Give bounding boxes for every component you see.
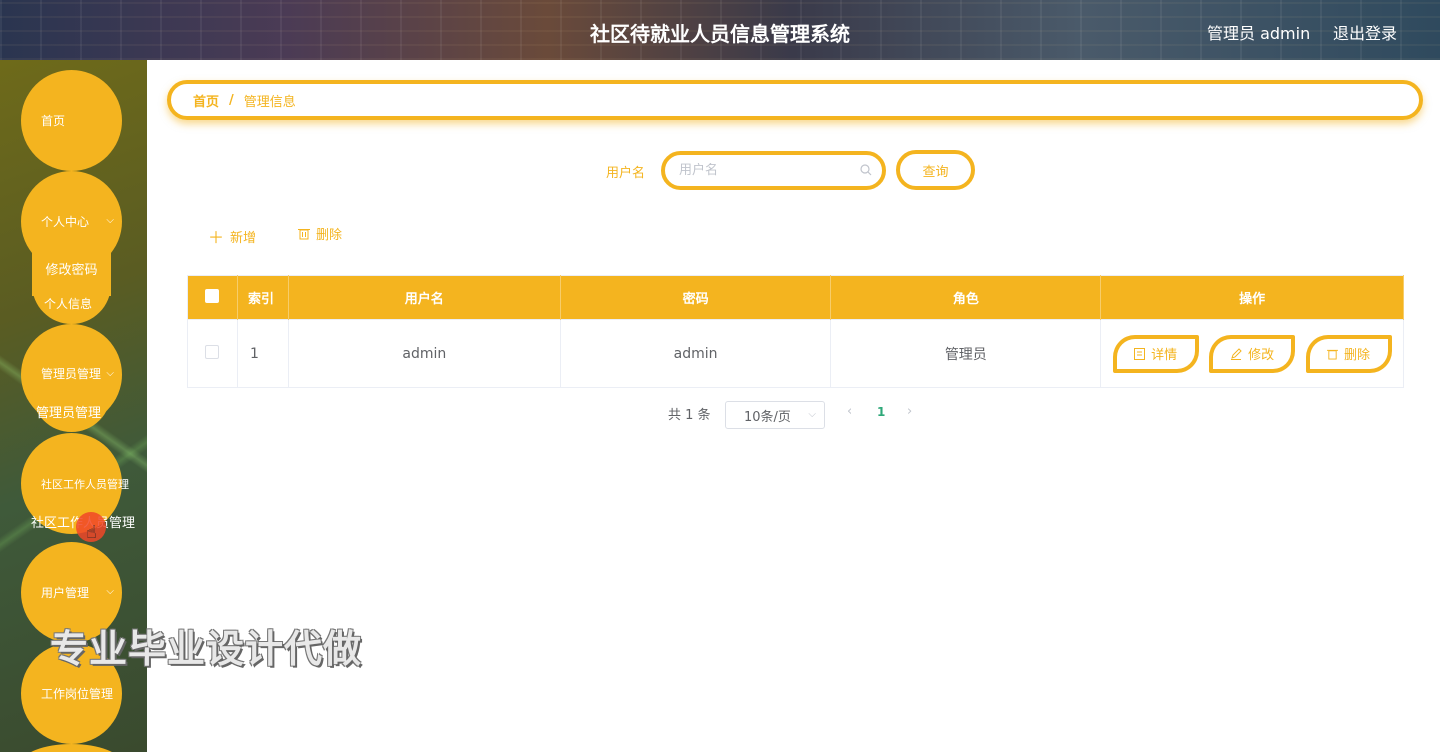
sidebar-item-label: 社区工作人员管理 (41, 477, 129, 491)
chevron-down-icon: ⌵ (106, 368, 114, 379)
table-header-row: 索引 用户名 密码 角色 操作 (187, 275, 1404, 320)
query-button[interactable]: 查询 (896, 150, 975, 190)
username-search-input[interactable] (679, 163, 849, 178)
cell-index: 1 (237, 319, 289, 388)
add-button[interactable]: ＋ 新增 (208, 224, 256, 248)
add-button-label: 新增 (230, 230, 257, 246)
column-header-index: 索引 (237, 275, 289, 320)
column-header-actions: 操作 (1100, 275, 1404, 320)
chevron-down-icon: ⌵ (808, 409, 816, 420)
row-delete-button-label: 删除 (1344, 348, 1371, 363)
next-page-button[interactable]: › (907, 404, 912, 419)
top-header: 社区待就业人员信息管理系统 管理员 admin 退出登录 (0, 0, 1440, 60)
sidebar-subitem-label: 修改密码 (45, 262, 98, 278)
sidebar-item-label: 工作岗位管理 (41, 687, 114, 701)
column-header-password: 密码 (560, 275, 832, 320)
breadcrumb-home[interactable]: 首页 (193, 91, 219, 110)
breadcrumb: 首页 / 管理信息 (167, 80, 1423, 120)
batch-delete-label: 删除 (316, 228, 343, 243)
sidebar-item-home[interactable]: 首页 (21, 70, 122, 171)
select-all-checkbox[interactable] (205, 288, 220, 303)
edit-button-label: 修改 (1248, 348, 1275, 363)
sidebar-item-label: 个人中心 (41, 215, 90, 229)
cell-actions: 详情 修改 删除 (1100, 319, 1404, 388)
chevron-down-icon: ⌵ (106, 586, 114, 597)
username-search-box (661, 151, 886, 190)
logout-link[interactable]: 退出登录 (1333, 20, 1397, 44)
pagination-total: 共 1 条 (668, 408, 711, 423)
plus-icon: ＋ (208, 228, 225, 247)
trash-icon (1327, 349, 1339, 359)
cell-role: 管理员 (830, 319, 1102, 388)
cell-password: admin (560, 319, 832, 388)
breadcrumb-current: 管理信息 (243, 94, 296, 110)
watermark-text: 专业毕业设计代做 (50, 627, 363, 671)
row-checkbox[interactable] (205, 344, 220, 359)
data-table: 索引 用户名 密码 角色 操作 1 admin admin 管理员 详情 修改 … (187, 275, 1404, 388)
sidebar-subitem-admin-management[interactable]: 管理员管理 (32, 390, 111, 432)
trash-icon (298, 229, 310, 240)
table-row: 1 admin admin 管理员 详情 修改 删除 (187, 319, 1404, 388)
sidebar-item-label: 首页 (41, 114, 66, 128)
column-header-username: 用户名 (288, 275, 561, 320)
page-size-select[interactable]: 10条/页 ⌵ (725, 401, 825, 429)
sidebar-subitem-label: 管理员管理 (36, 405, 102, 421)
sidebar-subitem-label: 个人信息 (44, 296, 93, 311)
column-header-role: 角色 (830, 275, 1102, 320)
page-number-current[interactable]: 1 (877, 405, 885, 419)
detail-button[interactable]: 详情 (1112, 334, 1199, 373)
row-checkbox-cell[interactable] (187, 319, 238, 388)
select-all-checkbox-cell[interactable] (187, 275, 238, 320)
document-icon (1134, 347, 1146, 360)
search-icon (860, 164, 872, 176)
edit-button[interactable]: 修改 (1209, 334, 1296, 373)
page-size-value: 10条/页 (744, 409, 791, 425)
sidebar-item-label: 管理员管理 (41, 367, 102, 381)
prev-page-button[interactable]: ‹ (847, 404, 852, 419)
username-search-label: 用户名 (606, 166, 646, 181)
batch-delete-button[interactable]: 删除 (298, 224, 342, 243)
breadcrumb-separator: / (229, 92, 234, 108)
detail-button-label: 详情 (1151, 348, 1178, 363)
current-user-label: 管理员 admin (1207, 24, 1311, 43)
hand-cursor-icon: ☝ (86, 522, 97, 543)
sidebar-subitem-personal-info[interactable]: 个人信息 (32, 282, 111, 324)
edit-icon (1231, 347, 1242, 360)
row-delete-button[interactable]: 删除 (1305, 334, 1392, 373)
sidebar-item-more[interactable] (21, 744, 122, 752)
cell-username: admin (288, 319, 561, 388)
sidebar-item-label: 用户管理 (41, 586, 90, 600)
chevron-down-icon: ⌵ (106, 215, 114, 226)
